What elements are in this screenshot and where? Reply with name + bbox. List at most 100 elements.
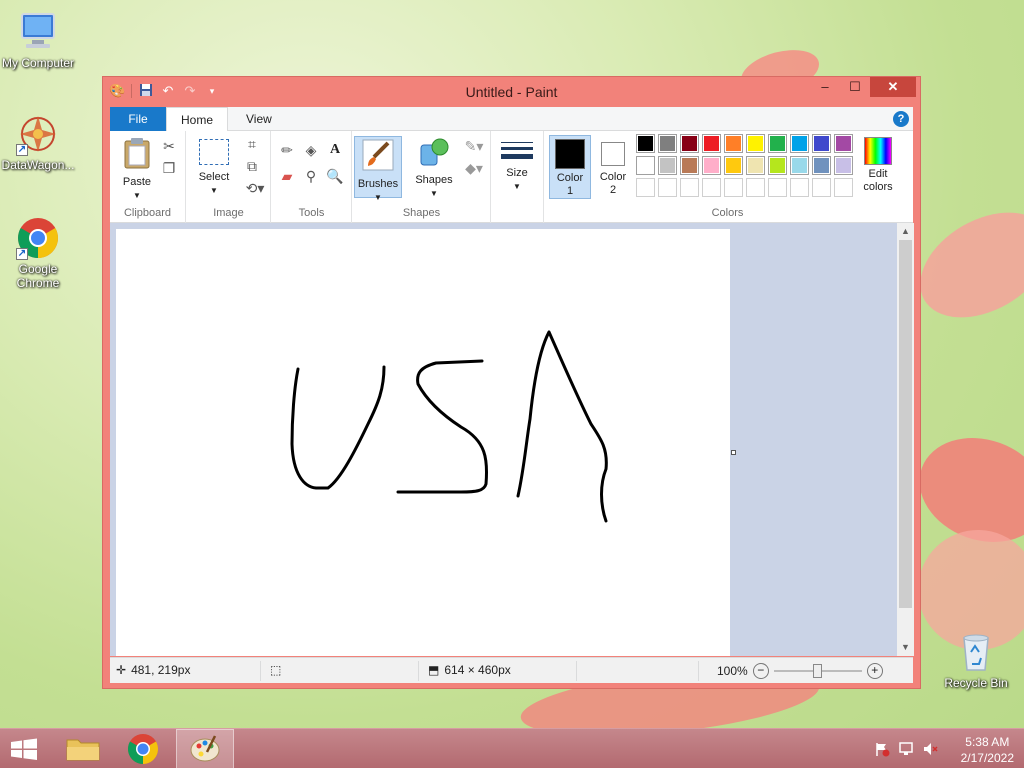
palette-swatch[interactable] [702, 156, 721, 175]
paste-label: Paste [122, 176, 152, 188]
paste-button[interactable]: Paste ▼ [116, 137, 158, 202]
palette-swatch[interactable] [768, 178, 787, 197]
desktop-icon-recycle-bin[interactable]: Recycle Bin [936, 630, 1016, 690]
crop-icon[interactable]: ⌗ [243, 135, 261, 153]
palette-swatch[interactable] [812, 156, 831, 175]
system-clock[interactable]: 5:38 AM 2/17/2022 [961, 734, 1014, 766]
paint-palette-icon [190, 735, 220, 762]
scrollbar-thumb[interactable] [899, 240, 912, 608]
desktop-icon-google-chrome[interactable]: ↗ Google Chrome [0, 216, 76, 290]
shortcut-arrow-icon: ↗ [16, 144, 28, 156]
action-center-flag-icon[interactable] [874, 741, 890, 757]
volume-muted-icon[interactable] [922, 741, 938, 757]
ribbon: Paste ▼ ✂ ❐ Clipboard Select ▼ ⌗ ⧉ ⟲▾ Im… [110, 131, 913, 223]
edit-colors-button[interactable]: Edit colors [855, 137, 901, 194]
palette-swatch[interactable] [680, 134, 699, 153]
palette-swatch[interactable] [790, 178, 809, 197]
canvas-area[interactable] [110, 223, 897, 656]
palette-swatch[interactable] [658, 134, 677, 153]
magnifier-icon[interactable]: 🔍 [326, 167, 344, 185]
cut-icon[interactable]: ✂ [160, 137, 178, 155]
close-button[interactable]: ✕ [870, 77, 916, 97]
text-icon[interactable]: A [326, 141, 344, 159]
desktop-icon-datawagon[interactable]: ↗ DataWagon... [0, 112, 76, 172]
group-clipboard: Paste ▼ ✂ ❐ Clipboard [110, 131, 186, 223]
title-bar[interactable]: 🎨 ↶ ↷ ▾ Untitled - Paint – ☐ ✕ [103, 77, 920, 106]
palette-swatch[interactable] [790, 134, 809, 153]
zoom-out-icon[interactable]: − [752, 663, 769, 679]
help-icon[interactable]: ? [893, 111, 909, 127]
tab-view[interactable]: View [232, 107, 286, 131]
separator [576, 661, 577, 681]
paste-icon [116, 137, 158, 173]
palette-swatch[interactable] [790, 156, 809, 175]
vertical-scrollbar[interactable]: ▲ ▼ [897, 223, 914, 656]
canvas-resize-handle[interactable] [731, 450, 736, 455]
rotate-icon[interactable]: ⟲▾ [243, 179, 267, 197]
network-icon[interactable] [898, 741, 914, 757]
copy-icon[interactable]: ❐ [160, 159, 178, 177]
taskbar-chrome[interactable] [114, 729, 172, 768]
tab-file[interactable]: File [110, 107, 166, 131]
paint-window: 🎨 ↶ ↷ ▾ Untitled - Paint – ☐ ✕ File Home… [102, 76, 921, 689]
palette-swatch[interactable] [724, 178, 743, 197]
palette-swatch[interactable] [812, 134, 831, 153]
computer-icon [16, 10, 60, 54]
tab-home[interactable]: Home [166, 107, 229, 132]
taskbar-paint[interactable] [176, 729, 234, 768]
eraser-icon[interactable]: ▰ [278, 167, 296, 185]
palette-swatch[interactable] [680, 178, 699, 197]
color1-button[interactable]: Color 1 [549, 135, 591, 199]
palette-swatch[interactable] [768, 134, 787, 153]
palette-swatch[interactable] [636, 134, 655, 153]
line-size-icon [501, 142, 533, 159]
color-picker-icon[interactable]: ⚲ [302, 167, 320, 185]
palette-swatch[interactable] [636, 156, 655, 175]
palette-swatch[interactable] [746, 178, 765, 197]
palette-swatch[interactable] [636, 178, 655, 197]
palette-swatch[interactable] [658, 178, 677, 197]
group-label-colors: Colors [711, 207, 744, 219]
outline-icon[interactable]: ✎▾ [461, 137, 487, 155]
image-size-icon: ⬒ [428, 663, 440, 677]
resize-icon[interactable]: ⧉ [243, 157, 261, 175]
desktop-icon-label: DataWagon... [1, 158, 75, 172]
palette-swatch[interactable] [702, 134, 721, 153]
scroll-down-icon[interactable]: ▼ [897, 639, 914, 656]
taskbar-file-explorer[interactable] [54, 729, 112, 768]
palette-swatch[interactable] [768, 156, 787, 175]
palette-swatch[interactable] [680, 156, 699, 175]
image-size: ⬒ 614 × 460px [428, 663, 511, 677]
palette-swatch[interactable] [834, 178, 853, 197]
palette-swatch[interactable] [724, 156, 743, 175]
cursor-position: ✛ 481, 219px [116, 663, 190, 677]
palette-swatch[interactable] [658, 156, 677, 175]
size-button[interactable]: Size ▼ [498, 139, 536, 193]
palette-swatch[interactable] [746, 156, 765, 175]
edit-colors-label: Edit [868, 168, 888, 180]
drawing-canvas[interactable] [116, 229, 730, 656]
fill-shape-icon[interactable]: ◆▾ [461, 159, 487, 177]
select-button[interactable]: Select ▼ [193, 139, 235, 197]
clock-time: 5:38 AM [965, 735, 1010, 749]
palette-swatch[interactable] [746, 134, 765, 153]
separator [698, 661, 699, 681]
color2-number: 2 [609, 184, 617, 196]
palette-swatch[interactable] [834, 134, 853, 153]
shapes-button[interactable]: Shapes ▼ [412, 137, 456, 200]
zoom-level: 100% [717, 664, 748, 678]
palette-swatch[interactable] [702, 178, 721, 197]
palette-swatch[interactable] [724, 134, 743, 153]
scroll-up-icon[interactable]: ▲ [897, 223, 914, 240]
palette-swatch[interactable] [812, 178, 831, 197]
zoom-in-icon[interactable]: + [866, 663, 883, 679]
zoom-slider[interactable] [773, 664, 862, 678]
desktop-icon-my-computer[interactable]: My Computer [0, 10, 76, 70]
start-button[interactable] [0, 729, 58, 768]
color2-button[interactable]: Color 2 [593, 139, 633, 197]
maximize-button[interactable]: ☐ [840, 77, 870, 97]
fill-icon[interactable]: ◈ [302, 141, 320, 159]
minimize-button[interactable]: – [810, 77, 840, 97]
pencil-icon[interactable]: ✏ [278, 141, 296, 159]
palette-swatch[interactable] [834, 156, 853, 175]
